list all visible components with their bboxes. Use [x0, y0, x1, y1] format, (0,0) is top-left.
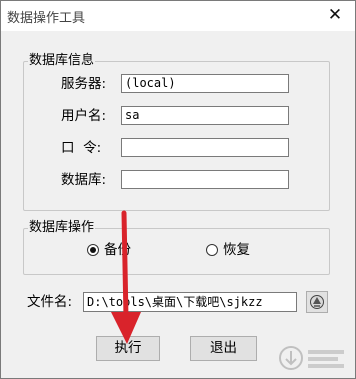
backup-radio-dot	[90, 247, 96, 253]
password-label: 口 令:	[61, 140, 102, 156]
filename-label: 文件名:	[27, 294, 73, 310]
folder-browse-icon	[310, 295, 324, 309]
backup-label[interactable]: 备份	[104, 241, 131, 259]
browse-button[interactable]	[306, 291, 328, 313]
database-field[interactable]	[121, 170, 289, 189]
database-label: 数据库:	[61, 172, 107, 188]
execute-button[interactable]: 执行	[96, 336, 160, 361]
server-label: 服务器:	[61, 76, 107, 92]
app-window: 数据操作工具 ✕ 数据库信息 服务器: (local) 用户名: sa 口 令:…	[0, 0, 356, 379]
filename-field[interactable]: D:\tools\桌面\下载吧\sjkzz	[83, 292, 297, 312]
user-field[interactable]: sa	[121, 106, 289, 125]
title-bar: 数据操作工具 ✕	[1, 1, 355, 31]
restore-label[interactable]: 恢复	[223, 241, 250, 259]
window-title: 数据操作工具	[7, 11, 86, 26]
password-field[interactable]	[121, 138, 289, 157]
backup-radio[interactable]	[87, 244, 99, 256]
db-operation-group: 数据库操作	[23, 220, 330, 275]
db-operation-legend: 数据库操作	[28, 220, 96, 236]
download-watermark-icon	[279, 346, 344, 370]
restore-radio[interactable]	[206, 244, 218, 256]
close-button[interactable]: ✕	[315, 1, 355, 31]
exit-button[interactable]: 退出	[190, 336, 257, 361]
server-field[interactable]: (local)	[121, 74, 289, 93]
client-area: 数据库信息 服务器: (local) 用户名: sa 口 令: 数据库: 数据库…	[1, 31, 355, 378]
db-info-legend: 数据库信息	[28, 53, 96, 69]
user-label: 用户名:	[61, 108, 107, 124]
